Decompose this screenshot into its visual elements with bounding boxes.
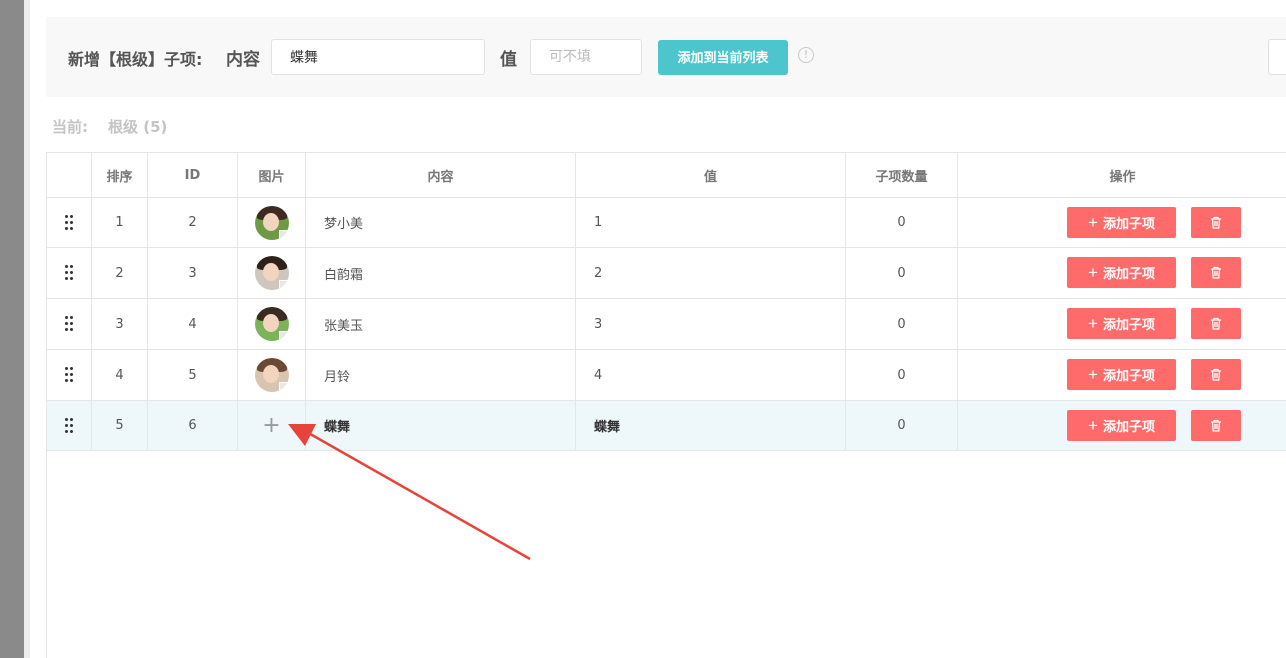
header-sort: 排序 bbox=[92, 153, 148, 197]
row-image[interactable] bbox=[238, 350, 306, 400]
row-sort: 4 bbox=[92, 350, 148, 400]
trash-icon bbox=[1211, 317, 1221, 330]
avatar[interactable] bbox=[254, 256, 289, 290]
value-label: 值 bbox=[500, 50, 517, 70]
header-id: ID bbox=[148, 153, 238, 197]
delete-button[interactable] bbox=[1191, 410, 1241, 441]
current-label: 当前: bbox=[52, 118, 88, 136]
trash-icon bbox=[1211, 266, 1221, 279]
table-row: 3 4 张美玉 3 0 + 添加子项 bbox=[47, 299, 1286, 350]
row-value: 1 bbox=[576, 198, 846, 247]
row-value: 4 bbox=[576, 350, 846, 400]
delete-button[interactable] bbox=[1191, 359, 1241, 390]
header-child-count: 子项数量 bbox=[846, 153, 958, 197]
row-actions: + 添加子项 bbox=[958, 350, 1286, 400]
row-value: 蝶舞 bbox=[576, 401, 846, 450]
header-content: 内容 bbox=[306, 153, 576, 197]
row-image[interactable] bbox=[238, 299, 306, 349]
content-input[interactable] bbox=[271, 39, 485, 75]
add-child-button[interactable]: + 添加子项 bbox=[1067, 308, 1176, 339]
row-child-count: 0 bbox=[846, 248, 958, 298]
current-value[interactable]: 根级 (5) bbox=[108, 118, 167, 136]
plus-icon: + bbox=[1088, 263, 1098, 282]
row-content: 月铃 bbox=[306, 350, 576, 400]
form-title: 新增【根级】子项: bbox=[68, 50, 203, 69]
row-image[interactable] bbox=[238, 198, 306, 247]
row-actions: + 添加子项 bbox=[958, 248, 1286, 298]
content-label: 内容 bbox=[226, 50, 260, 70]
avatar[interactable] bbox=[254, 358, 289, 392]
add-child-button[interactable]: + 添加子项 bbox=[1067, 359, 1176, 390]
drag-handle-icon[interactable] bbox=[47, 299, 92, 349]
table-row: 4 5 月铃 4 0 + 添加子项 bbox=[47, 350, 1286, 401]
row-id: 2 bbox=[148, 198, 238, 247]
value-input[interactable] bbox=[530, 39, 642, 75]
header-drag bbox=[47, 153, 92, 197]
drag-handle-icon[interactable] bbox=[47, 401, 92, 450]
delete-button[interactable] bbox=[1191, 257, 1241, 288]
trash-icon bbox=[1211, 216, 1221, 229]
row-actions: + 添加子项 bbox=[958, 401, 1286, 450]
page-backdrop bbox=[0, 0, 24, 658]
avatar[interactable] bbox=[254, 205, 289, 240]
plus-icon: + bbox=[1088, 213, 1098, 232]
right-input-box[interactable] bbox=[1268, 39, 1286, 75]
info-icon[interactable]: ! bbox=[798, 47, 814, 63]
plus-icon: + bbox=[1088, 314, 1098, 333]
header-actions: 操作 bbox=[1109, 169, 1136, 185]
table-row: 1 2 梦小美 1 0 + 添加子项 bbox=[47, 198, 1286, 248]
items-table: 排序 ID 图片 内容 值 子项数量 操作 1 2 梦小美 1 0 + 添加子项 … bbox=[46, 152, 1286, 658]
add-child-form: 新增【根级】子项: 内容 值 添加到当前列表 ! bbox=[46, 17, 1286, 97]
header-value: 值 bbox=[576, 153, 846, 197]
row-image[interactable]: + bbox=[238, 401, 306, 450]
drag-handle-icon[interactable] bbox=[47, 248, 92, 298]
add-to-list-button[interactable]: 添加到当前列表 bbox=[658, 40, 788, 75]
drag-handle-icon[interactable] bbox=[47, 350, 92, 400]
row-child-count: 0 bbox=[846, 350, 958, 400]
row-content: 梦小美 bbox=[306, 198, 576, 247]
table-header-row: 排序 ID 图片 内容 值 子项数量 操作 bbox=[47, 153, 1286, 198]
avatar[interactable] bbox=[254, 307, 289, 341]
plus-icon: + bbox=[1088, 365, 1098, 384]
trash-icon bbox=[1211, 419, 1221, 432]
trash-icon bbox=[1211, 368, 1221, 381]
add-child-button[interactable]: + 添加子项 bbox=[1067, 207, 1176, 238]
add-child-button[interactable]: + 添加子项 bbox=[1067, 410, 1176, 441]
row-actions: + 添加子项 bbox=[958, 299, 1286, 349]
row-sort: 2 bbox=[92, 248, 148, 298]
plus-icon: + bbox=[1088, 416, 1098, 435]
add-child-button[interactable]: + 添加子项 bbox=[1067, 257, 1176, 288]
current-level: 当前: 根级 (5) bbox=[52, 116, 167, 137]
delete-button[interactable] bbox=[1191, 207, 1241, 238]
upload-plus-icon[interactable]: + bbox=[262, 413, 280, 438]
row-child-count: 0 bbox=[846, 299, 958, 349]
table-row: 5 6 + 蝶舞 蝶舞 0 + 添加子项 bbox=[47, 401, 1286, 451]
row-value: 2 bbox=[576, 248, 846, 298]
row-sort: 5 bbox=[92, 401, 148, 450]
row-id: 5 bbox=[148, 350, 238, 400]
delete-button[interactable] bbox=[1191, 308, 1241, 339]
header-image: 图片 bbox=[238, 153, 306, 197]
row-content: 蝶舞 bbox=[306, 401, 576, 450]
row-id: 6 bbox=[148, 401, 238, 450]
row-id: 4 bbox=[148, 299, 238, 349]
row-content: 张美玉 bbox=[306, 299, 576, 349]
row-child-count: 0 bbox=[846, 198, 958, 247]
row-sort: 3 bbox=[92, 299, 148, 349]
table-row: 2 3 白韵霜 2 0 + 添加子项 bbox=[47, 248, 1286, 299]
row-value: 3 bbox=[576, 299, 846, 349]
drag-handle-icon[interactable] bbox=[47, 198, 92, 247]
row-image[interactable] bbox=[238, 248, 306, 298]
row-sort: 1 bbox=[92, 198, 148, 247]
row-actions: + 添加子项 bbox=[958, 198, 1286, 247]
row-child-count: 0 bbox=[846, 401, 958, 450]
row-content: 白韵霜 bbox=[306, 248, 576, 298]
row-id: 3 bbox=[148, 248, 238, 298]
